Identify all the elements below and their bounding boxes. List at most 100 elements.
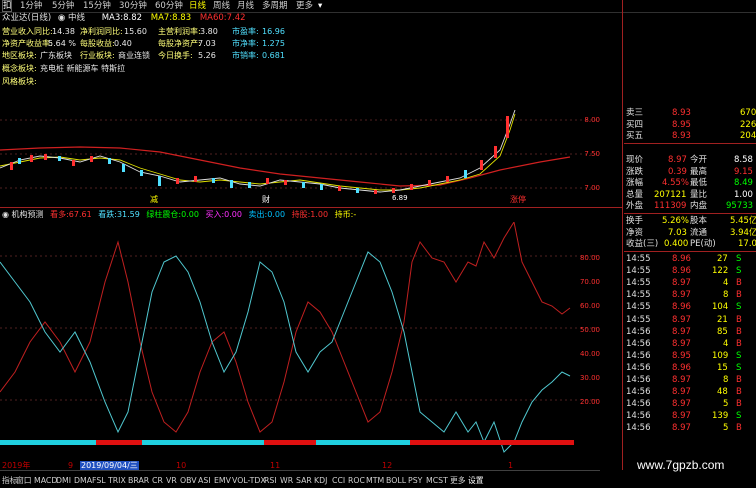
limit-up-label: 涨停 xyxy=(510,194,526,204)
stat-row: 总量 207121 量比 1.00 xyxy=(624,190,756,202)
stat-value: 8.58 xyxy=(734,155,753,165)
tab-more[interactable]: 更多 xyxy=(296,0,313,12)
indicator-tab[interactable]: CCI xyxy=(332,475,345,486)
bid-name: 买四 xyxy=(626,119,644,130)
stat-value: 0.400 xyxy=(664,239,689,250)
tick-price: 8.97 xyxy=(672,411,691,422)
table-row: 14:56 8.97 85 B xyxy=(624,327,756,339)
stat-row: 外盘 111309 内盘 95733 xyxy=(624,201,756,214)
indicator-tab[interactable]: WR xyxy=(280,475,293,486)
tick-volume: 21 xyxy=(717,314,728,325)
tab-1min[interactable]: 1分钟 xyxy=(20,0,42,12)
stat-row: 换手 5.26% 股本 5.45亿 xyxy=(624,216,756,228)
tick-side: B xyxy=(736,423,742,434)
ind-axis-40: 40.00 xyxy=(580,350,600,358)
indicator-tab[interactable]: MCST xyxy=(426,475,448,486)
ma60-label: MA60: xyxy=(199,13,227,23)
indicator-settings-icon[interactable]: ◉ xyxy=(2,210,9,219)
tab-monthly[interactable]: 月线 xyxy=(237,0,254,12)
tick-price: 8.97 xyxy=(672,338,691,349)
ask-volume: 670 xyxy=(740,108,756,118)
indicator-tab[interactable]: VOL-TDX xyxy=(232,475,266,486)
pe-value: 16.96 xyxy=(262,27,285,36)
stat-label: 最高 xyxy=(690,166,708,177)
tab-60min[interactable]: 60分钟 xyxy=(155,0,183,12)
tick-time: 14:56 xyxy=(626,326,651,337)
stat-value: 8.49 xyxy=(734,178,753,189)
indicator-tab[interactable]: DMA xyxy=(74,475,92,486)
stat-value: 9.15 xyxy=(734,166,753,177)
ind-axis-80: 80.00 xyxy=(580,254,600,262)
bear-line xyxy=(0,251,571,453)
hold-value: 1.00 xyxy=(310,210,329,219)
indicator-chart[interactable]: 80.00 70.00 60.00 50.00 40.00 30.00 20.0… xyxy=(0,222,600,462)
indicator-tab[interactable]: SAR xyxy=(296,475,312,486)
tick-volume: 5 xyxy=(723,423,729,434)
tick-volume: 15 xyxy=(717,362,728,373)
indicator-tab[interactable]: TRIX xyxy=(108,475,126,486)
tick-volume: 104 xyxy=(712,302,729,313)
sell-label: 卖出: xyxy=(248,210,268,219)
pe-label: 市盈率: xyxy=(232,27,259,36)
candles xyxy=(10,116,509,194)
settings-circle-icon[interactable]: ◉ xyxy=(58,13,65,23)
stock-title: 众业达(日线) xyxy=(2,13,52,23)
tab-30min[interactable]: 30分钟 xyxy=(119,0,147,12)
tick-volume: 85 xyxy=(717,326,728,337)
ind-axis-60: 60.00 xyxy=(580,302,600,310)
turnover-value: 5.26 xyxy=(198,51,216,60)
indicator-tabs: 指标 窗口 MACD DMI DMA FSL TRIX BRAR CR VR OBV ASI EMV VO… xyxy=(0,470,600,488)
tick-price: 8.97 xyxy=(672,423,691,434)
indicator-tab[interactable]: 更多 xyxy=(450,475,466,486)
chevron-down-icon[interactable]: ▾ xyxy=(318,0,322,12)
tick-list[interactable]: 14:55 8.96 27 S 14:55 8.96 122 S 14:55 8.97 4 B 14:5… xyxy=(624,254,756,454)
price-axis-750: 7.50 xyxy=(584,150,600,158)
indicator-header: ◉ 机构预测 看多:67.61 看跌:31.59 绿柱震仓:0.00 买入:0.… xyxy=(2,209,356,220)
indicator-tab[interactable]: VR xyxy=(166,475,177,486)
tick-price: 8.97 xyxy=(672,326,691,337)
stat-label: 现价 xyxy=(626,155,644,165)
region-label: 地区板块: xyxy=(2,51,37,60)
table-row: 14:56 8.97 48 B xyxy=(624,387,756,399)
tick-price: 8.96 xyxy=(672,266,691,277)
tab-daily[interactable]: 日线 xyxy=(189,0,206,12)
indicator-tab[interactable]: FSL xyxy=(92,475,106,486)
price-chart[interactable]: 减 财 6.89 涨停 8.00 7.50 7.00 xyxy=(0,110,600,206)
tab-weekly[interactable]: 周线 xyxy=(213,0,230,12)
tick-time: 14:56 xyxy=(626,350,651,361)
indicator-tab[interactable]: RSI xyxy=(264,475,277,486)
tick-time: 14:55 xyxy=(626,314,651,325)
indicator-tab[interactable]: 窗口 xyxy=(16,475,32,486)
indicator-tab[interactable]: MACD xyxy=(34,475,57,486)
indicator-tab[interactable]: OBV xyxy=(180,475,197,486)
indicator-tab[interactable]: BRAR xyxy=(128,475,149,486)
tab-multi-period[interactable]: 多周期 xyxy=(262,0,288,12)
table-row: 14:55 8.97 4 B xyxy=(624,278,756,290)
roe-value: 5.64 % xyxy=(48,39,76,48)
indicator-tab[interactable]: ROC xyxy=(348,475,365,486)
ask-name: 卖三 xyxy=(626,108,644,118)
hold-label: 持股: xyxy=(291,210,311,219)
pb-label: 市净率: xyxy=(232,39,259,48)
stat-label: 量比 xyxy=(690,189,708,200)
indicator-tab[interactable]: KDJ xyxy=(314,475,327,486)
indicator-tab[interactable]: DMI xyxy=(56,475,71,486)
indicator-tab[interactable]: EMV xyxy=(214,475,231,486)
cash-value: - xyxy=(353,210,357,219)
indicator-tab[interactable]: 设置 xyxy=(468,475,484,486)
menu-icon[interactable]: 扣 xyxy=(2,0,12,12)
stat-value: 4.55% xyxy=(662,178,690,189)
indicator-tab[interactable]: PSY xyxy=(408,475,422,486)
stat-value: 111309 xyxy=(654,201,687,212)
ma7-value: 8.83 xyxy=(172,13,192,23)
tab-15min[interactable]: 15分钟 xyxy=(83,0,111,12)
indicator-tab[interactable]: CR xyxy=(152,475,163,486)
tab-5min[interactable]: 5分钟 xyxy=(52,0,74,12)
stat-label: 内盘 xyxy=(690,201,708,212)
indicator-tab[interactable]: ASI xyxy=(198,475,211,486)
indicator-tab[interactable]: BOLL xyxy=(386,475,406,486)
revenue-yoy-label: 营业收入同比: xyxy=(2,27,53,36)
ma3-label: MA3: xyxy=(101,13,124,23)
indicator-tab[interactable]: MTM xyxy=(366,475,384,486)
table-row: 14:55 8.97 21 B xyxy=(624,315,756,327)
